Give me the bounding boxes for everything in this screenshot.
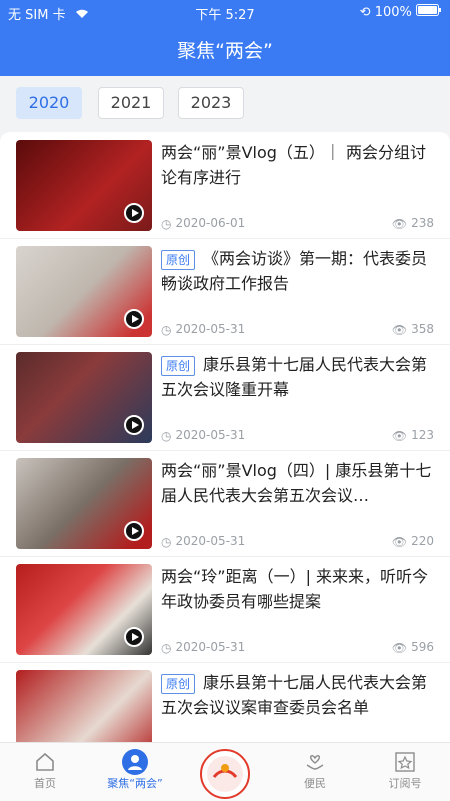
tab-center-logo[interactable] [180,743,270,801]
views-text: 596 [411,640,434,654]
list-item[interactable]: 两会“丽”景Vlog（四）| 康乐县第十七届人民代表大会第五次会议… ◷ 2020… [0,450,450,557]
item-title-text: 两会“丽”景Vlog（四）| 康乐县第十七届人民代表大会第五次会议… [161,461,432,505]
hands-heart-icon [304,751,326,776]
star-box-icon [394,751,416,776]
page-title: 聚焦“两会” [177,40,273,62]
bottom-tab-bar: 首页 聚焦“两会” 便民 订阅号 [0,742,450,801]
status-bar: 无 SIM 卡 下午 5:27 ⟲ 100% [0,0,450,24]
item-date: ◷ 2020-05-31 [161,640,245,655]
battery-percent: 100% [374,5,412,20]
date-text: 2020-05-31 [175,534,246,548]
user-circle-icon [122,749,148,775]
eye-icon: 👁 [391,534,408,549]
item-title-text: 《两会访谈》第一期：代表委员畅谈政府工作报告 [161,249,428,293]
eye-icon: 👁 [391,322,408,337]
item-title: 两会“丽”景Vlog（四）| 康乐县第十七届人民代表大会第五次会议… [161,458,434,508]
eye-icon: 👁 [391,640,408,655]
original-badge: 原创 [161,673,196,694]
battery-area: ⟲ 100% [360,4,442,20]
battery-icon [416,4,442,20]
tab-home[interactable]: 首页 [0,743,90,801]
item-views: 👁 123 [392,428,434,443]
video-thumbnail [16,246,152,337]
tab-focus[interactable]: 聚焦“两会” [90,743,180,801]
tab-focus-label: 聚焦“两会” [107,777,163,790]
item-views: 👁 238 [392,216,434,231]
tab-subscribe-label: 订阅号 [388,777,422,790]
item-title: 原创 《两会访谈》第一期：代表委员畅谈政府工作报告 [161,246,434,296]
news-list: 两会“丽”景Vlog（五）｜ 两会分组讨论有序进行 ◷ 2020-06-01 👁 2… [0,132,450,742]
date-text: 2020-05-31 [175,322,246,336]
app-logo-icon [200,749,250,799]
item-title-text: 康乐县第十七届人民代表大会第五次会议隆重开幕 [161,355,428,399]
item-title-text: 康乐县第十七届人民代表大会第五次会议议案审查委员会名单 [161,673,428,717]
item-title: 原创 康乐县第十七届人民代表大会第五次会议隆重开幕 [161,352,434,402]
item-title-text: 两会“丽”景Vlog（五）｜ 两会分组讨论有序进行 [161,143,427,187]
year-chip-2021[interactable]: 2021 [98,87,164,119]
date-text: 2020-06-01 [175,216,246,230]
play-icon [124,309,144,329]
date-text: 2020-05-31 [175,640,246,654]
item-title: 两会“玲”距离（一）| 来来来，听听今年政协委员有哪些提案 [161,564,434,614]
clock-icon: ◷ [161,428,172,443]
views-text: 123 [411,428,434,442]
eye-icon: 👁 [391,428,408,443]
item-views: 👁 358 [392,322,434,337]
views-text: 358 [411,322,434,336]
app-header: 无 SIM 卡 下午 5:27 ⟲ 100% 聚焦“两会” [0,0,450,76]
home-icon [34,751,56,776]
play-icon [124,627,144,647]
year-chip-2020[interactable]: 2020 [16,87,82,119]
original-badge: 原创 [161,249,196,270]
article-thumbnail [16,670,152,742]
clock-icon: ◷ [161,216,172,231]
tab-service[interactable]: 便民 [270,743,360,801]
clock-icon: ◷ [161,322,172,337]
item-title-text: 两会“玲”距离（一）| 来来来，听听今年政协委员有哪些提案 [161,567,429,611]
play-icon [124,203,144,223]
year-filter-bar: 2020 2021 2023 [0,76,450,132]
item-title: 两会“丽”景Vlog（五）｜ 两会分组讨论有序进行 [161,140,434,190]
year-chip-2023[interactable]: 2023 [178,87,244,119]
video-thumbnail [16,140,152,231]
video-thumbnail [16,564,152,655]
lock-rotation-icon: ⟲ [359,5,371,20]
play-icon [124,415,144,435]
list-item[interactable]: 两会“玲”距离（一）| 来来来，听听今年政协委员有哪些提案 ◷ 2020-05-3… [0,556,450,663]
item-date: ◷ 2020-05-31 [161,322,245,337]
tab-subscribe[interactable]: 订阅号 [360,743,450,801]
views-text: 238 [411,216,434,230]
list-item[interactable]: 原创 《两会访谈》第一期：代表委员畅谈政府工作报告 ◷ 2020-05-31 👁 35… [0,238,450,345]
item-date: ◷ 2020-06-01 [161,216,245,231]
play-icon [124,521,144,541]
tab-home-label: 首页 [34,777,56,790]
list-item[interactable]: 两会“丽”景Vlog（五）｜ 两会分组讨论有序进行 ◷ 2020-06-01 👁 2… [0,132,450,239]
original-badge: 原创 [161,355,196,376]
item-views: 👁 596 [392,640,434,655]
item-date: ◷ 2020-05-31 [161,534,245,549]
video-thumbnail [16,352,152,443]
item-views: 👁 220 [392,534,434,549]
list-item[interactable]: 原创 康乐县第十七届人民代表大会第五次会议议案审查委员会名单 [0,662,450,742]
clock-icon: ◷ [161,640,172,655]
tab-service-label: 便民 [304,777,326,790]
video-thumbnail [16,458,152,549]
clock-icon: ◷ [161,534,172,549]
list-item[interactable]: 原创 康乐县第十七届人民代表大会第五次会议隆重开幕 ◷ 2020-05-31 👁 12… [0,344,450,451]
views-text: 220 [411,534,434,548]
item-date: ◷ 2020-05-31 [161,428,245,443]
eye-icon: 👁 [391,216,408,231]
date-text: 2020-05-31 [175,428,246,442]
item-title: 原创 康乐县第十七届人民代表大会第五次会议议案审查委员会名单 [161,670,434,720]
